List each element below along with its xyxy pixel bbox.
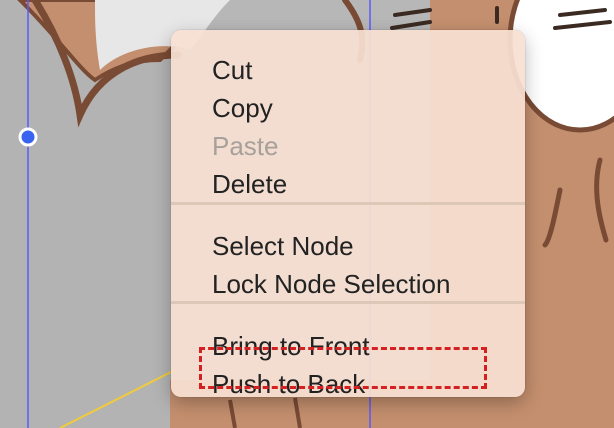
menu-item-cut[interactable]: Cut [212, 55, 252, 85]
context-menu: Cut Copy Paste Delete Select Node Lock N… [171, 30, 525, 397]
whisker-2 [390, 20, 432, 30]
menu-item-lock-node-selection[interactable]: Lock Node Selection [212, 269, 450, 299]
menu-item-bring-to-front[interactable]: Bring to Front [212, 331, 370, 361]
menu-separator [171, 301, 525, 304]
selection-handle [18, 127, 38, 147]
menu-item-delete[interactable]: Delete [212, 169, 287, 199]
whisker-1 [393, 8, 432, 17]
menu-item-copy[interactable]: Copy [212, 93, 273, 123]
canvas-area[interactable]: Cut Copy Paste Delete Select Node Lock N… [0, 0, 614, 428]
menu-item-push-to-back[interactable]: Push to Back [212, 369, 365, 397]
menu-item-select-node[interactable]: Select Node [212, 231, 354, 261]
menu-separator [171, 202, 525, 205]
menu-item-paste: Paste [212, 131, 279, 161]
